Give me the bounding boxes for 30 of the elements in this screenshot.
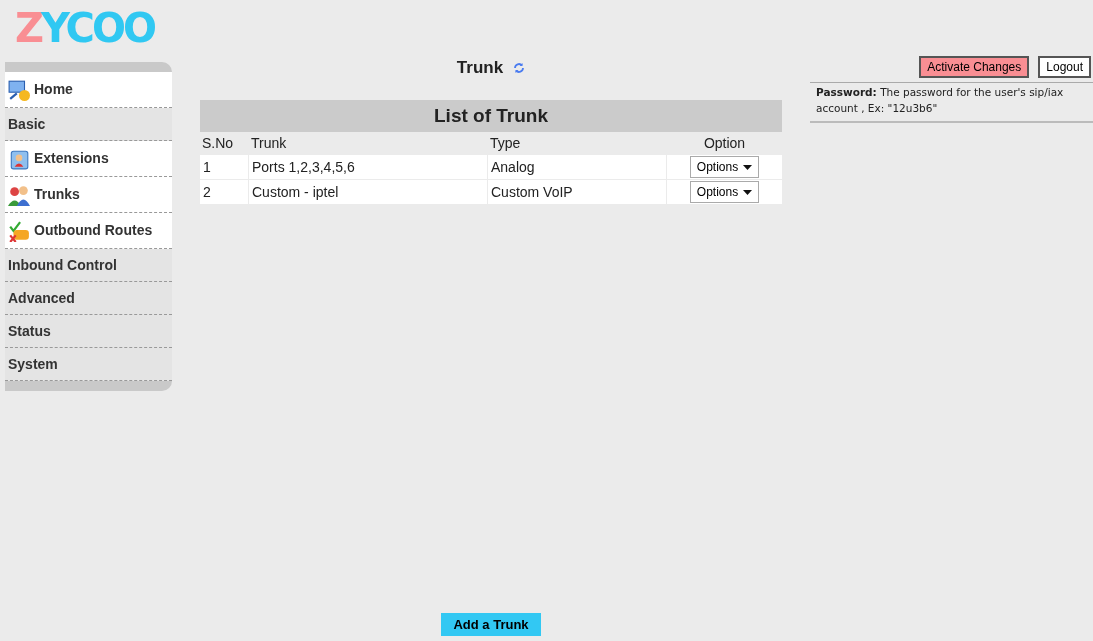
page-title: Trunk — [456, 57, 504, 79]
sidebar-item[interactable]: System — [5, 348, 172, 381]
sidebar-item[interactable]: Status — [5, 315, 172, 348]
table-cell: Custom - iptel — [249, 180, 487, 204]
sidebar-item[interactable]: Outbound Routes — [5, 213, 172, 249]
sidebar-item[interactable]: Basic — [5, 108, 172, 141]
menu-icon — [8, 78, 30, 101]
menu-icon — [8, 219, 30, 242]
table-cell: Analog — [488, 155, 666, 179]
sidebar-item[interactable]: Extensions — [5, 141, 172, 177]
help-text: Password: The password for the user's sip/iax account , Ex: "12u3b6" — [810, 82, 1093, 123]
table-cell: Ports 1,2,3,4,5,6 — [249, 155, 487, 179]
sidebar-item[interactable]: Advanced — [5, 282, 172, 315]
logout-button[interactable]: Logout — [1038, 56, 1091, 78]
menu-icon — [8, 183, 30, 206]
activate-changes-button[interactable]: Activate Changes — [919, 56, 1030, 78]
caret-icon — [743, 189, 753, 195]
add-trunk-button[interactable]: Add a Trunk — [441, 612, 541, 636]
table-cell: 2 — [200, 180, 248, 204]
sidebar-item[interactable]: Trunks — [5, 177, 172, 213]
table-cell: Custom VoIP — [488, 180, 666, 204]
options-dropdown[interactable]: Options — [689, 181, 760, 203]
sidebar-item[interactable]: Home — [5, 72, 172, 108]
table-cell: 1 — [200, 155, 248, 179]
sidebar-item[interactable]: Inbound Control — [5, 249, 172, 282]
caret-icon — [743, 164, 753, 170]
logo: ZYCOO — [14, 4, 154, 53]
options-dropdown[interactable]: Options — [689, 156, 760, 178]
refresh-icon[interactable] — [513, 61, 526, 74]
table-title: List of Trunk — [200, 99, 782, 132]
